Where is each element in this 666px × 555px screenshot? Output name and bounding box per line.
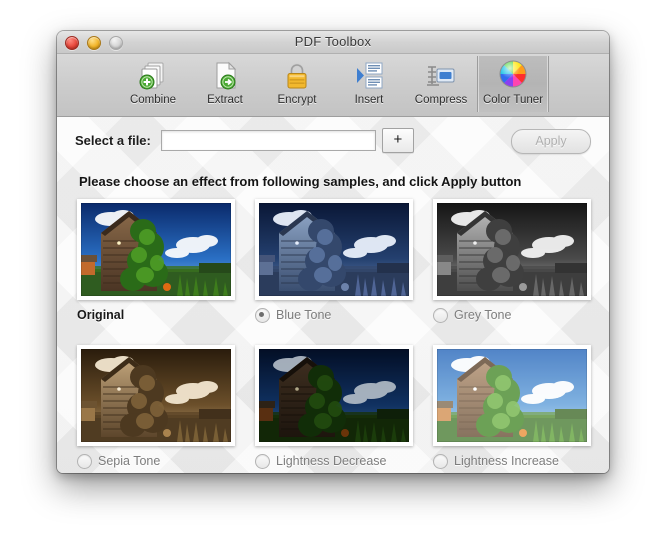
toolbar-label-insert: Insert xyxy=(354,94,384,106)
main-toolbar: Combine Extract Encrypt Insert Compress … xyxy=(57,54,609,117)
cabin-photo-sepia-tone xyxy=(81,349,231,442)
add-file-button[interactable]: + xyxy=(381,128,414,153)
effect-label-original: Original xyxy=(77,308,125,322)
window-title: PDF Toolbox xyxy=(294,34,372,49)
cabin-photo-original xyxy=(81,203,231,296)
effect-thumbnail-lightness-increase[interactable] xyxy=(433,345,591,446)
extract-page-icon xyxy=(216,61,237,90)
effect-label-sepia-tone: Sepia Tone xyxy=(98,454,161,468)
toolbar-item-insert[interactable]: Insert xyxy=(333,56,405,112)
screenshot-root: PDF Toolbox Combine Extract Encrypt Inse… xyxy=(0,0,666,555)
radio-lightness-decrease[interactable] xyxy=(255,453,270,469)
combine-pages-icon xyxy=(139,62,164,90)
effect-label-lightness-increase: Lightness Increase xyxy=(454,454,559,468)
effect-option-sepia-tone[interactable]: Sepia Tone xyxy=(77,452,235,470)
effect-cell-lightness-decrease[interactable]: Lightness Decrease xyxy=(255,345,413,470)
padlock-icon xyxy=(287,63,307,89)
radio-lightness-increase[interactable] xyxy=(433,453,448,469)
instruction-text: Please choose an effect from following s… xyxy=(79,174,522,189)
cabin-photo-blue-tone xyxy=(259,203,409,296)
toolbar-item-combine[interactable]: Combine xyxy=(117,56,189,112)
file-path-input[interactable] xyxy=(160,130,376,151)
effect-thumbnail-blue-tone[interactable] xyxy=(255,199,413,300)
toolbar-label-color-tuner: Color Tuner xyxy=(482,94,544,106)
file-select-row: Select a file: + Apply xyxy=(57,117,609,164)
cabin-photo-lightness-decrease xyxy=(259,349,409,442)
toolbar-item-encrypt[interactable]: Encrypt xyxy=(261,56,333,112)
effect-option-lightness-increase[interactable]: Lightness Increase xyxy=(433,452,591,470)
app-window: PDF Toolbox Combine Extract Encrypt Inse… xyxy=(57,31,609,473)
toolbar-item-compress[interactable]: Compress xyxy=(405,56,477,112)
effect-cell-sepia-tone[interactable]: Sepia Tone xyxy=(77,345,235,470)
effect-option-original[interactable]: Original xyxy=(77,306,235,324)
radio-blue-tone[interactable] xyxy=(255,307,270,323)
toolbar-label-encrypt: Encrypt xyxy=(277,94,317,106)
effect-thumbnail-sepia-tone[interactable] xyxy=(77,345,235,446)
cabin-photo-grey-tone xyxy=(437,203,587,296)
effect-option-blue-tone[interactable]: Blue Tone xyxy=(255,306,413,324)
effect-option-grey-tone[interactable]: Grey Tone xyxy=(433,306,591,324)
cabin-photo-lightness-increase xyxy=(437,349,587,442)
effect-cell-original[interactable]: Original xyxy=(77,199,235,324)
select-file-label: Select a file: xyxy=(75,133,151,148)
effect-cell-grey-tone[interactable]: Grey Tone xyxy=(433,199,591,324)
radio-grey-tone[interactable] xyxy=(433,307,448,323)
effect-option-lightness-decrease[interactable]: Lightness Decrease xyxy=(255,452,413,470)
apply-button[interactable]: Apply xyxy=(511,129,591,154)
content-area: Select a file: + Apply Please choose an … xyxy=(57,117,609,473)
insert-page-icon xyxy=(357,62,383,89)
effect-thumbnail-grey-tone[interactable] xyxy=(433,199,591,300)
toolbar-item-extract[interactable]: Extract xyxy=(189,56,261,112)
compress-icon xyxy=(427,66,455,86)
effect-label-grey-tone: Grey Tone xyxy=(454,308,512,322)
effect-cell-blue-tone[interactable]: Blue Tone xyxy=(255,199,413,324)
effect-label-blue-tone: Blue Tone xyxy=(276,308,332,322)
toolbar-label-combine: Combine xyxy=(129,94,177,106)
effects-grid: Original Blue Tone Grey Tone Sepia Tone … xyxy=(77,199,591,470)
toolbar-item-color-tuner[interactable]: Color Tuner xyxy=(477,56,549,112)
effect-thumbnail-lightness-decrease[interactable] xyxy=(255,345,413,446)
color-wheel-icon xyxy=(499,60,527,88)
window-titlebar: PDF Toolbox xyxy=(57,31,609,54)
effect-thumbnail-original[interactable] xyxy=(77,199,235,300)
toolbar-label-extract: Extract xyxy=(207,94,243,106)
effect-cell-lightness-increase[interactable]: Lightness Increase xyxy=(433,345,591,470)
radio-sepia-tone[interactable] xyxy=(77,453,92,469)
toolbar-label-compress: Compress xyxy=(414,94,468,106)
effect-label-lightness-decrease: Lightness Decrease xyxy=(276,454,387,468)
